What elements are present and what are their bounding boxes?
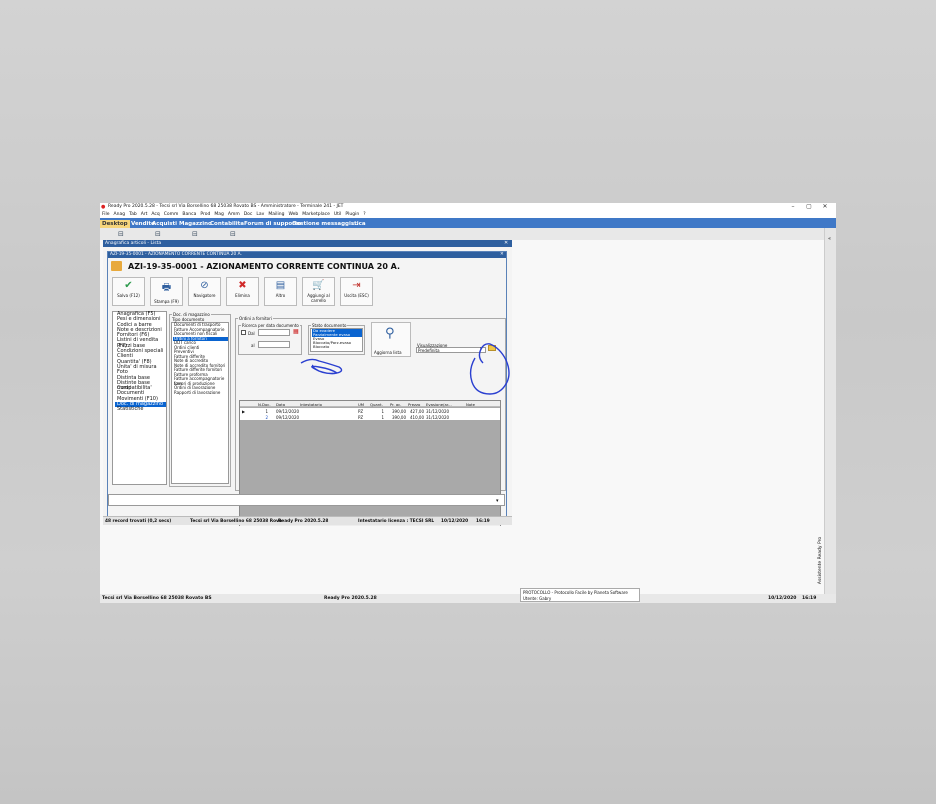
annotation-circle bbox=[469, 343, 510, 395]
toast-user: Utente: Gabry bbox=[523, 596, 552, 601]
status-time: 16:19 bbox=[476, 519, 490, 524]
annotation-overlay bbox=[300, 343, 510, 395]
list-status-bar: 48 record trovati (0,2 secs) Tecsi srl V… bbox=[103, 516, 512, 525]
protocollo-toast[interactable]: PROTOCOLLO - Protocollo Facile by Pianet… bbox=[520, 588, 640, 602]
bottom-version: Ready Pro 2020.5.28 bbox=[324, 596, 377, 601]
status-date: 10/12/2020 bbox=[441, 519, 469, 524]
bottom-company: Tecsi srl Via Borsellino 68 25038 Rovato… bbox=[102, 596, 212, 601]
annotation-scribble bbox=[300, 358, 343, 375]
status-licensee: Intestatario licenza : TECSI SRL bbox=[358, 519, 435, 524]
toast-title: PROTOCOLLO - Protocollo Facile by Pianet… bbox=[523, 590, 628, 595]
status-company: Tecsi srl Via Borsellino 68 25038 Rova bbox=[190, 519, 282, 524]
record-count: 48 record trovati (0,2 secs) bbox=[105, 519, 172, 524]
app-screen: ● Ready Pro 2020.5.28 - Tecsi srl Via Bo… bbox=[100, 203, 836, 603]
bottom-status-bar: Tecsi srl Via Borsellino 68 25038 Rovato… bbox=[100, 594, 836, 603]
bottom-time: 16:19 bbox=[802, 596, 817, 601]
status-version: Ready Pro 2020.5.28 bbox=[278, 519, 329, 524]
bottom-date: 10/12/2020 bbox=[768, 596, 797, 601]
